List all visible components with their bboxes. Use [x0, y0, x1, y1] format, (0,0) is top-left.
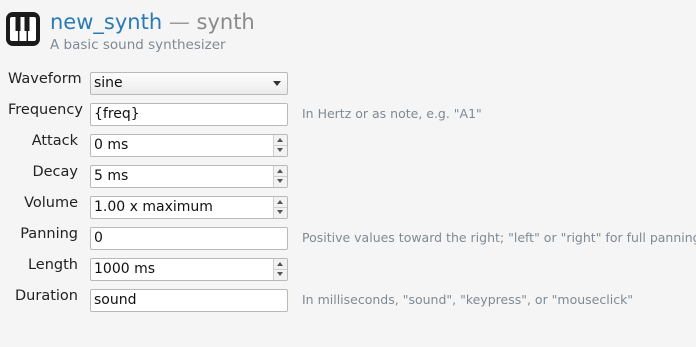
waveform-value: sine: [94, 75, 123, 91]
panning-input[interactable]: 0: [90, 227, 288, 250]
spin-down-icon[interactable]: [274, 208, 287, 218]
spin-up-icon[interactable]: [274, 166, 287, 177]
duration-input[interactable]: sound: [90, 289, 288, 312]
frequency-input[interactable]: {freq}: [90, 103, 288, 126]
item-type: synth: [196, 10, 255, 34]
chevron-down-icon: [273, 81, 281, 86]
duration-hint: In milliseconds, "sound", "keypress", or…: [302, 292, 634, 307]
volume-spinbox[interactable]: 1.00 x maximum: [90, 196, 288, 219]
decay-row: Decay 5 ms: [0, 162, 696, 188]
volume-row: Volume 1.00 x maximum: [0, 193, 696, 219]
decay-spinner: [273, 166, 287, 187]
frequency-row: Frequency {freq} In Hertz or as note, e.…: [0, 100, 696, 126]
spin-down-icon[interactable]: [274, 270, 287, 280]
length-spinbox[interactable]: 1000 ms: [90, 258, 288, 281]
attack-value: 0 ms: [94, 137, 129, 153]
spin-down-icon[interactable]: [274, 146, 287, 156]
item-name: new_synth: [50, 10, 163, 34]
frequency-label: Frequency: [8, 102, 83, 118]
spin-down-icon[interactable]: [274, 177, 287, 187]
panning-label: Panning: [20, 226, 78, 242]
duration-value: sound: [94, 292, 137, 308]
attack-spinner: [273, 135, 287, 156]
panning-value: 0: [94, 230, 103, 246]
piano-keys-icon: [6, 12, 40, 46]
title-separator: —: [168, 10, 190, 34]
waveform-row: Waveform sine: [0, 69, 696, 95]
length-row: Length 1000 ms: [0, 255, 696, 281]
frequency-value: {freq}: [94, 106, 140, 122]
panning-hint: Positive values toward the right; "left"…: [302, 230, 696, 245]
attack-label: Attack: [31, 133, 78, 149]
item-description: A basic sound synthesizer: [50, 37, 226, 53]
waveform-select[interactable]: sine: [90, 72, 288, 95]
spin-up-icon[interactable]: [274, 197, 287, 208]
duration-label: Duration: [15, 288, 78, 304]
spin-up-icon[interactable]: [274, 135, 287, 146]
length-value: 1000 ms: [94, 261, 156, 277]
length-label: Length: [27, 257, 78, 273]
volume-spinner: [273, 197, 287, 218]
volume-label: Volume: [24, 195, 78, 211]
panning-row: Panning 0 Positive values toward the rig…: [0, 224, 696, 250]
attack-spinbox[interactable]: 0 ms: [90, 134, 288, 157]
decay-label: Decay: [32, 164, 78, 180]
decay-value: 5 ms: [94, 168, 129, 184]
frequency-hint: In Hertz or as note, e.g. "A1": [302, 106, 482, 121]
spin-up-icon[interactable]: [274, 259, 287, 270]
length-spinner: [273, 259, 287, 280]
waveform-label: Waveform: [8, 71, 82, 87]
page-title: new_synth — synth: [50, 8, 255, 36]
duration-row: Duration sound In milliseconds, "sound",…: [0, 286, 696, 312]
volume-value: 1.00 x maximum: [94, 199, 213, 215]
attack-row: Attack 0 ms: [0, 131, 696, 157]
decay-spinbox[interactable]: 5 ms: [90, 165, 288, 188]
